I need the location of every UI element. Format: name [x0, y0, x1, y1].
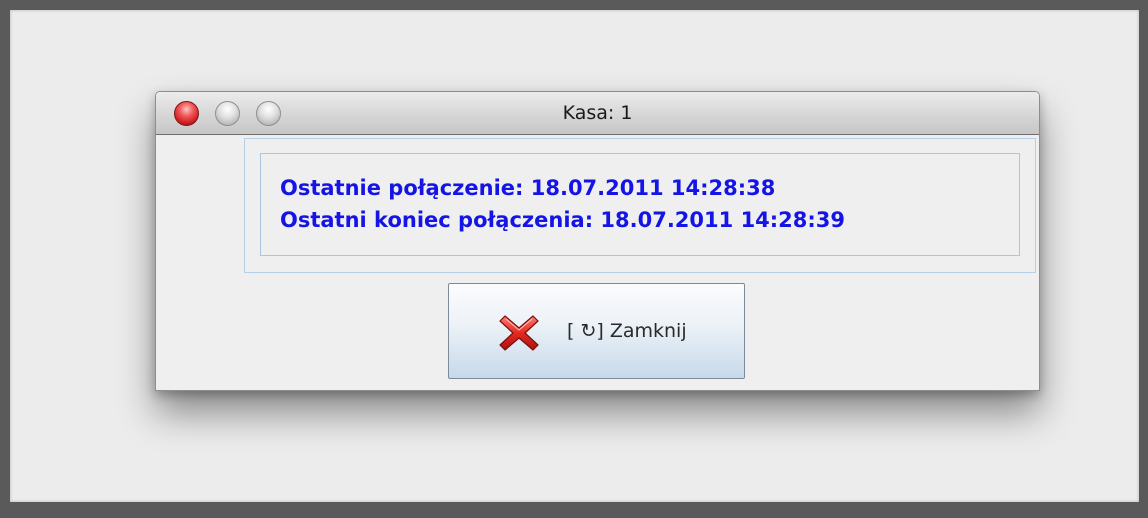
info-panel: Ostatnie połączenie: 18.07.2011 14:28:38…: [244, 138, 1036, 273]
red-x-icon: [499, 315, 539, 351]
last-connection-text: Ostatnie połączenie: 18.07.2011 14:28:38: [280, 176, 776, 200]
info-panel-inner: Ostatnie połączenie: 18.07.2011 14:28:38…: [260, 153, 1020, 256]
window-title: Kasa: 1: [562, 102, 633, 124]
close-button-label: [ ↻] Zamknij: [567, 320, 687, 342]
desktop-background: Kasa: 1 Ostatnie połączenie: 18.07.2011 …: [10, 10, 1139, 502]
last-disconnection-text: Ostatni koniec połączenia: 18.07.2011 14…: [280, 208, 846, 232]
title-bar[interactable]: Kasa: 1: [156, 92, 1039, 135]
close-dialog-button[interactable]: [ ↻] Zamknij: [448, 283, 745, 379]
dialog-window: Kasa: 1 Ostatnie połączenie: 18.07.2011 …: [155, 91, 1040, 391]
